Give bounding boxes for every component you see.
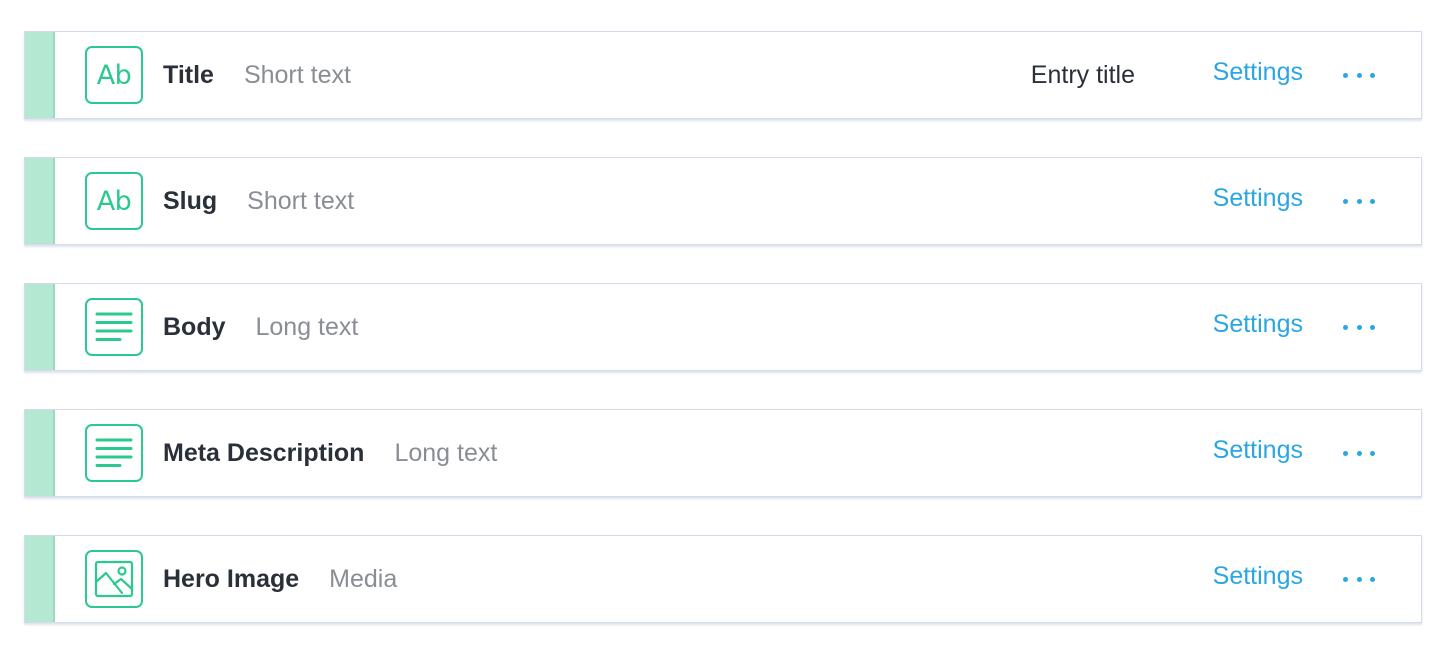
- drag-handle[interactable]: [25, 284, 55, 370]
- settings-link[interactable]: Settings: [1213, 284, 1303, 370]
- field-name: Meta Description Long text: [163, 410, 497, 496]
- field-name: Hero Image Media: [163, 536, 397, 622]
- field-name: Slug Short text: [163, 158, 354, 244]
- drag-handle[interactable]: [25, 158, 55, 244]
- more-options-icon[interactable]: [1343, 65, 1375, 85]
- short-text-icon-glyph: Ab: [96, 59, 132, 91]
- dot: [1343, 450, 1348, 456]
- field-type-label: Media: [329, 564, 398, 593]
- field-row-title[interactable]: Ab Title Short text Entry title Settings: [24, 31, 1422, 119]
- long-text-icon: [85, 298, 143, 356]
- field-type-label: Long text: [394, 438, 498, 467]
- field-name: Title Short text: [163, 32, 351, 118]
- dot: [1343, 198, 1348, 204]
- long-text-icon: [85, 424, 143, 482]
- field-name-label: Body: [163, 312, 226, 341]
- entry-title-badge: Entry title: [1030, 60, 1135, 89]
- more-options-icon[interactable]: [1343, 317, 1375, 337]
- field-name-label: Meta Description: [163, 438, 365, 467]
- field-type-label: Short text: [247, 186, 355, 215]
- dot: [1370, 324, 1375, 330]
- field-name: Body Long text: [163, 284, 358, 370]
- settings-link[interactable]: Settings: [1213, 32, 1303, 118]
- field-row-meta-description[interactable]: Meta Description Long text Settings: [24, 409, 1422, 497]
- dot: [1343, 72, 1348, 78]
- short-text-icon-glyph: Ab: [96, 185, 132, 217]
- drag-handle[interactable]: [25, 32, 55, 118]
- dot: [1370, 450, 1375, 456]
- more-options-icon[interactable]: [1343, 569, 1375, 589]
- media-icon-glyph: [94, 560, 134, 598]
- dot: [1356, 576, 1362, 582]
- dot: [1370, 198, 1375, 204]
- short-text-icon: Ab: [85, 46, 143, 104]
- dot: [1356, 324, 1362, 330]
- settings-link[interactable]: Settings: [1213, 536, 1303, 622]
- field-type-label: Short text: [243, 60, 351, 89]
- short-text-icon: Ab: [85, 172, 143, 230]
- field-row-body[interactable]: Body Long text Settings: [24, 283, 1422, 371]
- more-options-icon[interactable]: [1343, 443, 1375, 463]
- field-type-label: Long text: [255, 312, 359, 341]
- dot: [1343, 324, 1348, 330]
- media-icon: [85, 550, 143, 608]
- dot: [1370, 576, 1375, 582]
- dot: [1370, 72, 1375, 78]
- field-row-hero-image[interactable]: Hero Image Media Settings: [24, 535, 1422, 623]
- settings-link[interactable]: Settings: [1213, 158, 1303, 244]
- field-name-label: Hero Image: [163, 564, 300, 593]
- drag-handle[interactable]: [25, 536, 55, 622]
- field-list: Ab Title Short text Entry title Settings…: [0, 0, 1450, 650]
- dot: [1356, 198, 1362, 204]
- long-text-icon-glyph: [95, 438, 133, 467]
- dot: [1356, 450, 1362, 456]
- settings-link[interactable]: Settings: [1213, 410, 1303, 496]
- dot: [1343, 576, 1348, 582]
- drag-handle[interactable]: [25, 410, 55, 496]
- dot: [1356, 72, 1362, 78]
- more-options-icon[interactable]: [1343, 191, 1375, 211]
- long-text-icon-glyph: [95, 312, 133, 341]
- field-row-slug[interactable]: Ab Slug Short text Settings: [24, 157, 1422, 245]
- field-name-label: Title: [163, 60, 214, 89]
- field-name-label: Slug: [163, 186, 218, 215]
